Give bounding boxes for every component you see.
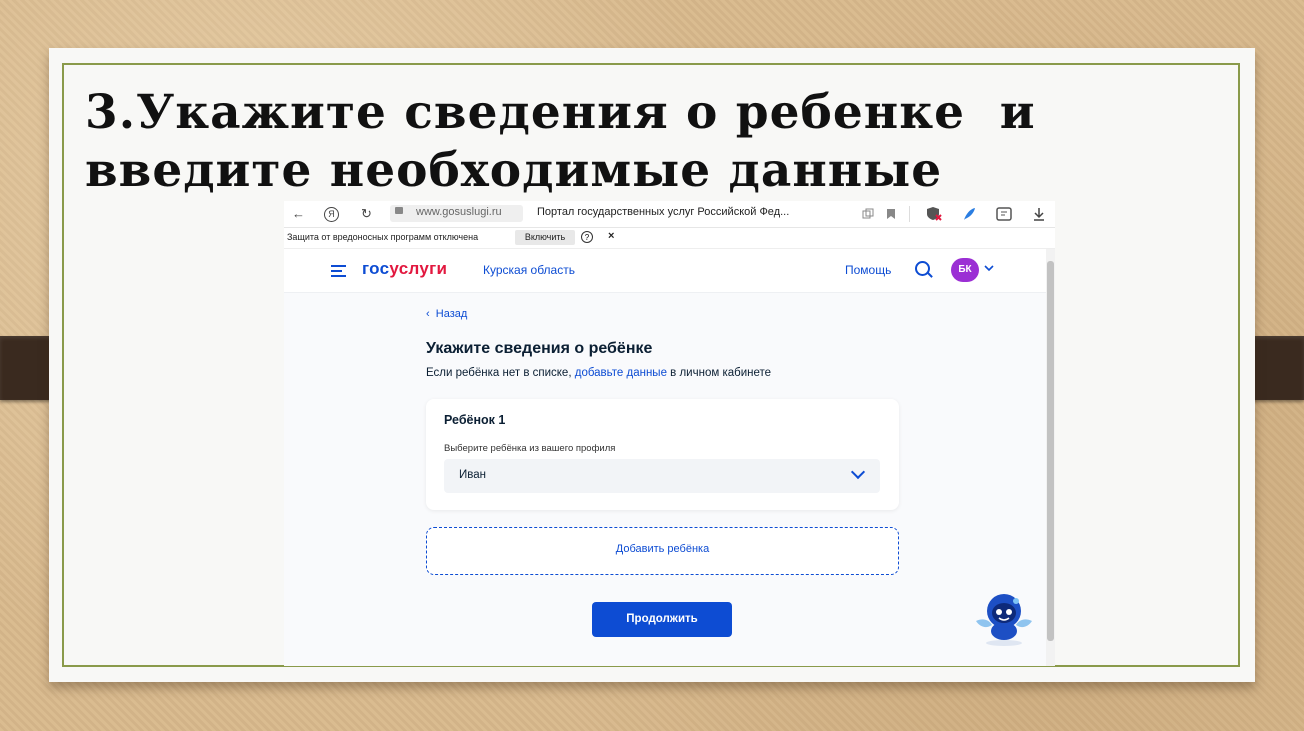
close-warning-icon[interactable]: × [608, 230, 614, 242]
slide-title-line-2: введите необходимые данные [85, 143, 943, 198]
copy-link-icon[interactable] [862, 208, 874, 220]
logo-part-uslugi: услуги [389, 259, 448, 278]
back-arrow-icon[interactable]: ← [292, 205, 305, 223]
page-title-text: Портал государственных услуг Российской … [537, 206, 790, 218]
scroll-thumb[interactable] [1047, 261, 1054, 641]
browser-screenshot: ← Я ↻ www.gosuslugi.ru Портал государств… [284, 201, 1055, 666]
child-select-value: Иван [459, 469, 486, 481]
search-icon[interactable] [915, 261, 930, 276]
page-subtitle: Если ребёнка нет в списке, добавьте данн… [426, 367, 771, 379]
toolbar-divider [909, 206, 910, 222]
child-select-label: Выберите ребёнка из вашего профиля [444, 443, 616, 454]
protect-shield-icon[interactable] [926, 206, 942, 222]
bookmark-icon[interactable] [886, 208, 896, 220]
url-text[interactable]: www.gosuslugi.ru [416, 206, 502, 218]
gosuslugi-logo[interactable]: госуслуги [362, 259, 447, 279]
help-link[interactable]: Помощь [845, 263, 891, 277]
lock-icon [395, 207, 403, 214]
back-link[interactable]: ‹ Назад [426, 308, 467, 320]
reader-icon[interactable] [996, 207, 1012, 221]
region-selector[interactable]: Курская область [483, 263, 575, 277]
child-card-title: Ребёнок 1 [444, 413, 506, 427]
add-child-label: Добавить ребёнка [615, 543, 710, 555]
slide-title-line-1: 3.Укажите сведения о ребенке и [85, 85, 1036, 140]
add-data-link[interactable]: добавьте данные [575, 367, 667, 379]
assistant-robot-icon[interactable] [970, 591, 1038, 647]
slide-title: 3.Укажите сведения о ребенке и введите н… [85, 84, 1085, 200]
avatar[interactable]: БК [951, 258, 979, 282]
reload-icon[interactable]: ↻ [361, 205, 372, 223]
add-child-button[interactable]: Добавить ребёнка [426, 527, 899, 575]
download-icon[interactable] [1033, 207, 1045, 221]
chevron-down-icon [850, 464, 866, 480]
logo-part-gos: гос [362, 259, 390, 278]
site-header: госуслуги Курская область Помощь БК [284, 249, 1046, 293]
chevron-down-icon[interactable] [984, 264, 994, 272]
page-heading: Укажите сведения о ребёнке [426, 340, 653, 357]
extension-feather-icon[interactable] [961, 206, 977, 222]
subtitle-text-after: в личном кабинете [666, 367, 772, 379]
enable-protection-button[interactable]: Включить [515, 230, 575, 245]
help-circle-icon[interactable]: ? [581, 231, 593, 243]
yandex-icon[interactable]: Я [324, 207, 339, 222]
continue-button[interactable]: Продолжить [592, 602, 732, 637]
child-card: Ребёнок 1 Выберите ребёнка из вашего про… [426, 399, 899, 510]
subtitle-text-before: Если ребёнка нет в списке, [426, 367, 575, 379]
malware-warning-bar: Защита от вредоносных программ отключена… [284, 228, 1055, 249]
browser-toolbar: ← Я ↻ www.gosuslugi.ru Портал государств… [284, 201, 1055, 228]
scrollbar[interactable] [1046, 249, 1055, 666]
menu-icon[interactable] [331, 265, 346, 280]
warning-text: Защита от вредоносных программ отключена [287, 232, 479, 242]
child-select[interactable]: Иван [444, 459, 880, 493]
